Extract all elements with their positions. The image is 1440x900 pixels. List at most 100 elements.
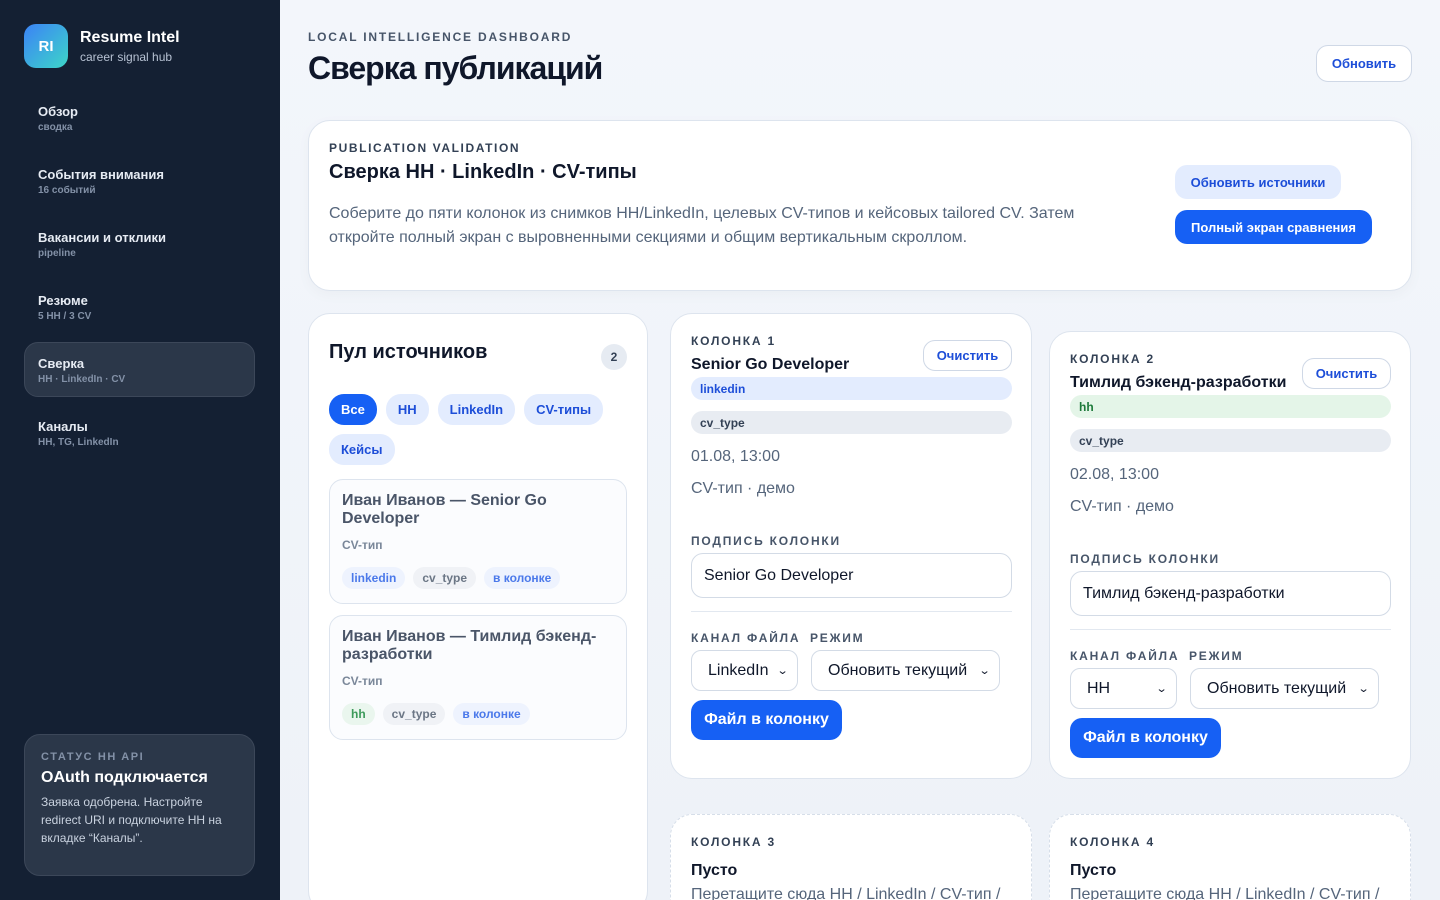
filter-cv-types[interactable]: CV-типы — [524, 394, 604, 425]
column-caption-label: ПОДПИСЬ КОЛОНКИ — [691, 534, 841, 548]
chevron-down-icon: ⌄ — [1357, 683, 1370, 695]
sidebar: RI Resume Intel career signal hub Обзор … — [0, 0, 280, 900]
chevron-down-icon: ⌄ — [776, 665, 789, 677]
column-type-tag: cv_type — [1070, 429, 1391, 452]
sidebar-nav: Обзор сводка События внимания 16 событий… — [24, 90, 255, 468]
mode-value: Обновить текущий — [828, 661, 968, 679]
brand-title: Resume Intel — [80, 28, 180, 46]
filter-all[interactable]: Все — [329, 394, 377, 425]
compare-column-1[interactable]: КОЛОНКА 1 Senior Go Developer Очистить l… — [670, 313, 1032, 779]
column-kicker: КОЛОНКА 4 — [1070, 835, 1155, 849]
fullscreen-compare-button[interactable]: Полный экран сравнения — [1175, 210, 1372, 244]
sidebar-item-sublabel: HH, TG, LinkedIn — [38, 437, 119, 448]
sidebar-item-label: Обзор — [38, 104, 78, 119]
sidebar-item-label: Вакансии и отклики — [38, 230, 167, 245]
source-card-type: CV-тип — [342, 674, 383, 688]
source-filters: Все HH LinkedIn CV-типы Кейсы — [329, 394, 629, 465]
mode-value: Обновить текущий — [1207, 679, 1347, 697]
column-caption-input[interactable] — [691, 553, 1012, 598]
filter-hh[interactable]: HH — [385, 394, 429, 425]
compare-column-2[interactable]: КОЛОНКА 2 Тимлид бэкенд-разработки Очист… — [1049, 331, 1411, 779]
file-channel-select[interactable]: HH ⌄ — [1070, 668, 1177, 709]
api-status-title: OAuth подключается — [41, 769, 208, 786]
compare-column-4-dropzone[interactable]: КОЛОНКА 4 Пусто Перетащите сюда HH / Lin… — [1049, 814, 1411, 900]
file-to-column-button[interactable]: Файл в колонку — [691, 700, 842, 740]
api-status-kicker: СТАТУС HH API — [41, 751, 145, 763]
column-date: 02.08, 13:00 — [1070, 466, 1159, 483]
sidebar-item-reconciliation[interactable]: Сверка HH · LinkedIn · CV — [24, 342, 255, 397]
column-empty-hint: Перетащите сюда HH / LinkedIn / CV-тип / — [1070, 886, 1380, 900]
sidebar-item-channels[interactable]: Каналы HH, TG, LinkedIn — [24, 405, 255, 460]
divider — [691, 611, 1012, 612]
sidebar-item-resumes[interactable]: Резюме 5 HH / 3 CV — [24, 279, 255, 334]
source-card[interactable]: Иван Иванов — Senior Go Developer CV-тип… — [329, 479, 627, 604]
source-tag-type: cv_type — [413, 567, 477, 589]
source-card-title: Иван Иванов — Senior Go Developer — [342, 492, 547, 527]
file-channel-value: LinkedIn — [708, 661, 769, 679]
source-tag-in-column: в колонке — [453, 703, 530, 725]
validation-description: Соберите до пяти колонок из снимков HH/L… — [329, 205, 1075, 246]
page-title: Сверка публикаций — [308, 50, 603, 86]
sidebar-item-sublabel: 5 HH / 3 CV — [38, 311, 92, 322]
file-to-column-button[interactable]: Файл в колонку — [1070, 718, 1221, 758]
column-meta: CV-тип · демо — [691, 480, 795, 497]
clear-column-button[interactable]: Очистить — [923, 340, 1012, 371]
source-count-badge: 2 — [601, 344, 627, 370]
mode-label: РЕЖИМ — [810, 631, 865, 645]
sidebar-item-sublabel: pipeline — [38, 248, 76, 259]
compare-column-3-dropzone[interactable]: КОЛОНКА 3 Пусто Перетащите сюда HH / Lin… — [670, 814, 1032, 900]
refresh-sources-button[interactable]: Обновить источники — [1175, 165, 1341, 199]
sidebar-item-label: Резюме — [38, 293, 88, 308]
filter-linkedin[interactable]: LinkedIn — [437, 394, 516, 425]
source-pool-title: Пул источников — [329, 340, 488, 363]
file-channel-value: HH — [1087, 679, 1111, 697]
sidebar-item-sublabel: 16 событий — [38, 185, 96, 196]
chevron-down-icon: ⌄ — [1155, 683, 1168, 695]
brand: RI Resume Intel career signal hub — [24, 24, 180, 68]
api-status-text: Заявка одобрена. Настройте redirect URI … — [41, 795, 222, 845]
sidebar-item-sublabel: сводка — [38, 122, 73, 133]
source-tag-channel: linkedin — [342, 567, 406, 589]
source-card-title: Иван Иванов — Тимлид бэкенд-разработки — [342, 628, 597, 663]
chevron-down-icon: ⌄ — [978, 665, 991, 677]
clear-column-button[interactable]: Очистить — [1302, 358, 1391, 389]
source-tag-type: cv_type — [382, 703, 446, 725]
file-channel-label: КАНАЛ ФАЙЛА — [1070, 649, 1180, 663]
column-channel-tag: hh — [1070, 395, 1391, 418]
column-meta: CV-тип · демо — [1070, 498, 1174, 515]
refresh-button[interactable]: Обновить — [1316, 45, 1412, 82]
column-caption-label: ПОДПИСЬ КОЛОНКИ — [1070, 552, 1220, 566]
mode-select[interactable]: Обновить текущий ⌄ — [811, 650, 1000, 691]
sidebar-item-label: Каналы — [38, 419, 88, 434]
sidebar-item-overview[interactable]: Обзор сводка — [24, 90, 255, 145]
file-channel-label: КАНАЛ ФАЙЛА — [691, 631, 801, 645]
main-content: LOCAL INTELLIGENCE DASHBOARD Сверка публ… — [280, 0, 1440, 900]
sidebar-item-attention-events[interactable]: События внимания 16 событий — [24, 153, 255, 208]
column-date: 01.08, 13:00 — [691, 448, 780, 465]
source-card-type: CV-тип — [342, 538, 383, 552]
column-empty-title: Пусто — [1070, 862, 1117, 879]
column-empty-hint: Перетащите сюда HH / LinkedIn / CV-тип / — [691, 886, 1001, 900]
column-type-tag: cv_type — [691, 411, 1012, 434]
file-channel-select[interactable]: LinkedIn ⌄ — [691, 650, 798, 691]
validation-kicker: PUBLICATION VALIDATION — [329, 141, 521, 155]
sidebar-item-sublabel: HH · LinkedIn · CV — [38, 374, 126, 385]
divider — [1070, 629, 1391, 630]
brand-logo: RI — [24, 24, 68, 68]
column-channel-tag: linkedin — [691, 377, 1012, 400]
page-kicker: LOCAL INTELLIGENCE DASHBOARD — [308, 30, 573, 44]
filter-cases[interactable]: Кейсы — [329, 434, 395, 465]
sidebar-item-label: События внимания — [38, 167, 164, 182]
column-kicker: КОЛОНКА 3 — [691, 835, 776, 849]
source-tag-in-column: в колонке — [484, 567, 561, 589]
column-caption-input[interactable] — [1070, 571, 1391, 616]
column-empty-title: Пусто — [691, 862, 738, 879]
validation-panel: PUBLICATION VALIDATION Сверка HH · Linke… — [308, 120, 1412, 291]
mode-select[interactable]: Обновить текущий ⌄ — [1190, 668, 1379, 709]
source-pool: Пул источников 2 Все HH LinkedIn CV-типы… — [308, 313, 648, 900]
api-status-card: СТАТУС HH API OAuth подключается Заявка … — [24, 734, 255, 876]
mode-label: РЕЖИМ — [1189, 649, 1244, 663]
sidebar-item-vacancies[interactable]: Вакансии и отклики pipeline — [24, 216, 255, 271]
brand-subtitle: career signal hub — [80, 49, 173, 64]
source-card[interactable]: Иван Иванов — Тимлид бэкенд-разработки C… — [329, 615, 627, 740]
